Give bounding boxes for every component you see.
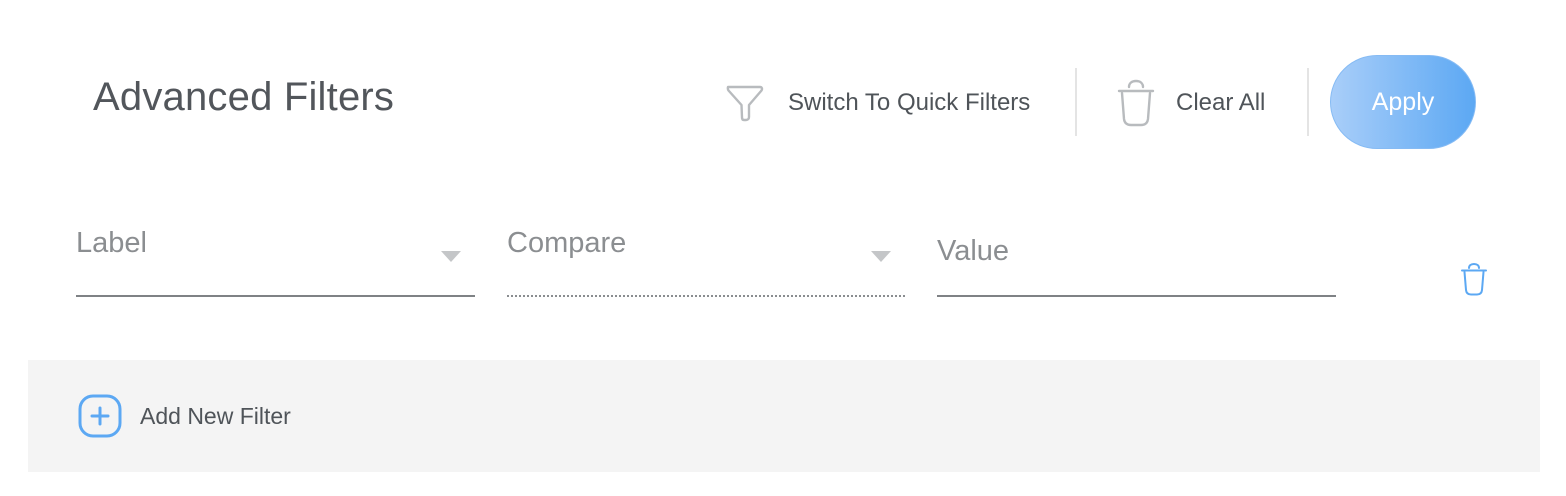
toolbar-divider (1307, 68, 1309, 136)
clear-all-label: Clear All (1176, 89, 1266, 116)
toolbar-divider (1075, 68, 1077, 136)
add-new-filter-label: Add New Filter (140, 402, 291, 429)
clear-all-button[interactable]: Clear All (1114, 78, 1265, 128)
add-new-filter-button[interactable]: Add New Filter (78, 394, 291, 438)
label-select-placeholder: Label (76, 227, 147, 259)
compare-select[interactable]: Compare (507, 215, 905, 297)
compare-select-placeholder: Compare (507, 227, 627, 259)
plus-square-icon (78, 394, 122, 438)
chevron-down-icon (871, 251, 891, 262)
value-input-placeholder: Value (937, 235, 1010, 267)
value-input[interactable]: Value (937, 215, 1336, 297)
field-underline (507, 295, 905, 297)
add-filter-bar: Add New Filter (28, 360, 1540, 472)
trash-icon[interactable] (1458, 262, 1490, 296)
chevron-down-icon (441, 251, 461, 262)
trash-icon (1117, 79, 1155, 127)
field-underline (937, 295, 1336, 297)
funnel-icon (726, 85, 764, 122)
page-title: Advanced Filters (93, 75, 395, 119)
label-select[interactable]: Label (76, 215, 475, 297)
field-underline (76, 295, 475, 297)
apply-button[interactable]: Apply (1330, 55, 1476, 149)
switch-to-quick-filters-button[interactable]: Switch To Quick Filters (722, 78, 1030, 128)
advanced-filters-panel: Advanced Filters Switch To Quick Filters… (0, 0, 1566, 496)
switch-to-quick-filters-label: Switch To Quick Filters (788, 89, 1031, 116)
